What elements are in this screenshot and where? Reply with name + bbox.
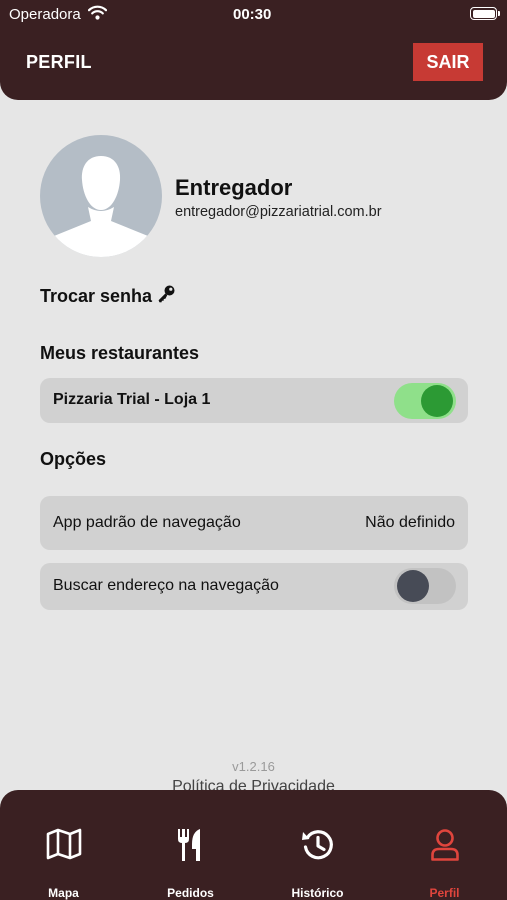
user-name: Entregador (175, 175, 293, 200)
tab-orders[interactable]: Pedidos (127, 790, 254, 900)
default-user-icon (46, 156, 156, 257)
tab-profile-label: Perfil (429, 886, 460, 900)
nav-app-option[interactable]: App padrão de navegação Não definido (40, 496, 468, 550)
user-email: entregador@pizzariatrial.com.br (175, 204, 382, 220)
avatar (40, 135, 162, 257)
user-icon (430, 828, 460, 867)
change-password-link[interactable]: Trocar senha (40, 284, 176, 309)
nav-app-label: App padrão de navegação (53, 514, 241, 531)
restaurant-name: Pizzaria Trial - Loja 1 (53, 391, 211, 408)
logout-button[interactable]: SAIR (413, 43, 483, 81)
tab-map-label: Mapa (48, 886, 79, 900)
tab-history[interactable]: Histórico (254, 790, 381, 900)
options-heading: Opções (40, 449, 107, 469)
history-icon (301, 828, 335, 867)
search-address-option: Buscar endereço na navegação (40, 563, 468, 610)
clock: 00:30 (233, 6, 272, 23)
wifi-icon (87, 5, 108, 24)
nav-app-value: Não definido (365, 514, 455, 531)
search-address-toggle[interactable] (394, 568, 456, 604)
carrier-name: Operadora (9, 6, 81, 23)
tab-map[interactable]: Mapa (0, 790, 127, 900)
restaurant-active-toggle[interactable] (394, 383, 456, 419)
restaurants-heading: Meus restaurantes (40, 343, 200, 363)
top-header: Operadora 00:30 PERFIL SAIR (0, 0, 507, 100)
tab-orders-label: Pedidos (167, 886, 214, 900)
app-version: v1.2.16 (232, 759, 275, 774)
key-icon (156, 284, 176, 309)
status-bar: Operadora 00:30 (0, 0, 507, 28)
page-title: PERFIL (26, 52, 92, 72)
tab-profile[interactable]: Perfil (381, 790, 507, 900)
map-icon (46, 828, 82, 865)
tab-history-label: Histórico (291, 886, 344, 900)
restaurant-item: Pizzaria Trial - Loja 1 (40, 378, 468, 423)
change-password-label: Trocar senha (40, 286, 153, 306)
tab-bar: Mapa Pedidos Histórico Perfil (0, 790, 507, 900)
battery-icon (470, 7, 500, 20)
fork-knife-icon (177, 828, 205, 867)
search-address-label: Buscar endereço na navegação (53, 577, 279, 594)
